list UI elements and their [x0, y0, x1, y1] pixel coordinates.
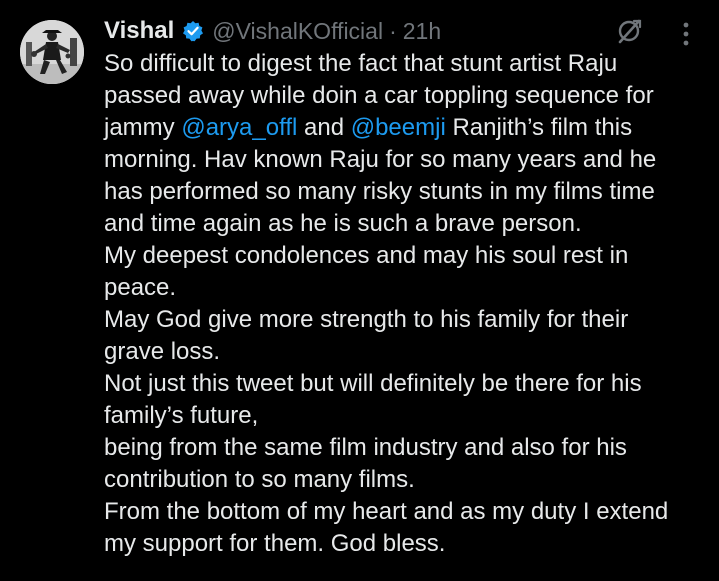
tweet-text: So difficult to digest the fact that stu…: [104, 48, 704, 560]
tweet-line: and time again as he is such a brave per…: [104, 210, 582, 237]
tweet-line: morning. Hav known Raju for so many year…: [104, 146, 657, 173]
tweet-line: passed away while doin a car toppling se…: [104, 82, 654, 109]
tweet-line: my support for them. God bless.: [104, 530, 446, 557]
mention-link-arya[interactable]: @arya_offl: [181, 114, 297, 141]
tweet-line: jammy @arya_offl and @beemji Ranjith’s f…: [104, 112, 704, 144]
tweet-text-fragment: and: [297, 114, 351, 141]
more-options-icon[interactable]: [676, 20, 696, 48]
author-handle[interactable]: @VishalKOfficial: [212, 18, 383, 45]
tweet-line: family’s future,: [104, 402, 259, 429]
separator-dot: ·: [389, 17, 397, 44]
tweet-text-fragment: Ranjith’s film this: [445, 114, 633, 141]
avatar[interactable]: [20, 20, 84, 84]
tweet-line: May God give more strength to his family…: [104, 306, 629, 333]
tweet-line: From the bottom of my heart and as my du…: [104, 498, 669, 525]
avatar-image: [20, 20, 84, 84]
author-name[interactable]: Vishal: [104, 17, 174, 45]
timestamp[interactable]: 21h: [403, 18, 441, 45]
tweet-text-fragment: jammy: [104, 114, 182, 141]
tweet-line: has performed so many risky stunts in my…: [104, 178, 655, 205]
tweet-line: So difficult to digest the fact that stu…: [104, 50, 618, 77]
grok-icon[interactable]: [614, 16, 644, 46]
mention-link-beemji[interactable]: @beemji: [351, 114, 446, 141]
tweet-line: contribution to so many films.: [104, 466, 415, 493]
tweet-line: being from the same film industry and al…: [104, 434, 627, 461]
tweet-header: Vishal @VishalKOfficial · 21h: [104, 10, 441, 52]
tweet-line: peace.: [104, 274, 177, 301]
tweet-line: My deepest condolences and may his soul …: [104, 242, 629, 269]
tweet-line: grave loss.: [104, 338, 221, 365]
tweet-line: Not just this tweet but will definitely …: [104, 370, 642, 397]
verified-badge-icon: [182, 20, 204, 42]
